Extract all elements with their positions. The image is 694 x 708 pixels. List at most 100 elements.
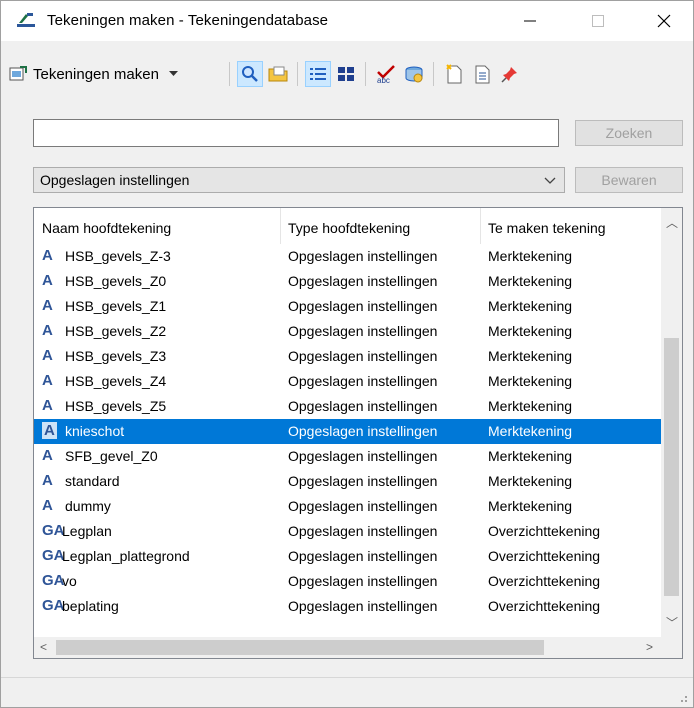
table-row[interactable]: Astandard Opgeslagen instellingen Merkteke… [34, 469, 661, 494]
status-bar [1, 677, 693, 708]
row-type: Opgeslagen instellingen [288, 423, 438, 439]
row-type: Opgeslagen instellingen [288, 573, 438, 589]
assembly-drawing-icon: A [42, 322, 53, 339]
table-row[interactable]: GA vo Opgeslagen instellingen Overzichtteke… [34, 569, 661, 594]
main-window: Tekeningen maken - Tekeningendatabase Te… [0, 0, 694, 708]
table-row[interactable]: A HSB_gevels_Z-3 Opgeslagen instellingen Me… [34, 244, 661, 269]
pin-button[interactable] [497, 61, 523, 87]
row-drawing: Merktekening [488, 298, 573, 314]
database-button[interactable] [401, 61, 427, 87]
new-drawing-icon [446, 64, 462, 84]
row-drawing: Merktekening [488, 248, 573, 264]
row-type: Opgeslagen instellingen [288, 323, 438, 339]
search-tool-button[interactable] [237, 61, 263, 87]
new-drawing-button[interactable] [441, 61, 467, 87]
tiles-view-icon [338, 67, 354, 81]
maximize-icon [592, 15, 604, 27]
list-header: Naam hoofdtekening Type hoofdtekening Te… [34, 208, 661, 248]
column-header-name[interactable]: Naam hoofdtekening [42, 220, 171, 236]
details-view-button[interactable] [305, 61, 331, 87]
row-name: vo [62, 573, 77, 589]
column-divider[interactable] [480, 208, 481, 244]
row-drawing: Overzichttekening [488, 523, 601, 539]
row-type: Opgeslagen instellingen [288, 473, 438, 489]
row-drawing: Merktekening [488, 323, 573, 339]
close-icon [657, 14, 671, 28]
save-button[interactable]: Bewaren [575, 167, 683, 193]
table-row[interactable]: A HSB_gevels_Z3 Opgeslagen instellingen Mer… [34, 344, 661, 369]
saved-settings-select[interactable]: Opgeslagen instellingen [33, 167, 565, 193]
assembly-drawing-icon: A [42, 272, 53, 289]
table-row[interactable]: A HSB_gevels_Z4 Opgeslagen instellingen Mer… [34, 369, 661, 394]
row-drawing: Merktekening [488, 398, 573, 414]
row-drawing: Overzichttekening [488, 598, 601, 614]
vertical-scroll-thumb[interactable] [664, 338, 679, 596]
row-drawing: Merktekening [488, 423, 573, 439]
assembly-drawing-icon: A [42, 347, 53, 364]
horizontal-scrollbar[interactable]: < > [34, 637, 661, 658]
row-type: Opgeslagen instellingen [288, 248, 438, 264]
row-type: Opgeslagen instellingen [288, 398, 438, 414]
title-bar[interactable]: Tekeningen maken - Tekeningendatabase [1, 1, 693, 41]
table-row[interactable]: GA Legplan Opgeslagen instellingen Overzich… [34, 519, 661, 544]
table-row[interactable]: A SFB_gevel_Z0 Opgeslagen instellingen Merk… [34, 444, 661, 469]
row-name: HSB_gevels_Z3 [65, 348, 167, 364]
column-header-drawing[interactable]: Te maken tekening [488, 220, 606, 236]
row-drawing: Merktekening [488, 273, 573, 289]
table-row[interactable]: GA Legplan_plattegrond Opgeslagen instelli… [34, 544, 661, 569]
pin-icon [501, 67, 517, 83]
properties-button[interactable] [469, 61, 495, 87]
folder-icon [268, 66, 288, 82]
row-type: Opgeslagen instellingen [288, 598, 438, 614]
scroll-up-icon[interactable]: ︿ [666, 214, 678, 231]
create-drawings-icon [9, 66, 27, 81]
toolbar-separator [433, 62, 434, 86]
saved-settings-value: Opgeslagen instellingen [40, 172, 190, 188]
vertical-scrollbar[interactable]: ︿ ﹀ [661, 208, 682, 638]
horizontal-scroll-thumb[interactable] [56, 640, 544, 655]
scroll-down-icon[interactable]: ﹀ [666, 614, 678, 631]
table-row[interactable]: A HSB_gevels_Z1 Opgeslagen instellingen Mer… [34, 294, 661, 319]
row-name: SFB_gevel_Z0 [65, 448, 158, 464]
column-divider[interactable] [280, 208, 281, 244]
row-drawing: Overzichttekening [488, 548, 601, 564]
table-row[interactable]: A HSB_gevels_Z0 Opgeslagen instellingen Mer… [34, 269, 661, 294]
column-header-type[interactable]: Type hoofdtekening [288, 220, 410, 236]
spellcheck-button[interactable]: abc [373, 61, 399, 87]
window-title: Tekeningen maken - Tekeningendatabase [47, 12, 329, 29]
table-row[interactable]: GA beplating Opgeslagen instellingen Overzi… [34, 594, 661, 619]
resize-grip-icon[interactable] [677, 692, 687, 702]
table-row[interactable]: A HSB_gevels_Z5 Opgeslagen instellingen Mer… [34, 394, 661, 419]
spellcheck-icon: abc [377, 65, 395, 84]
toolbar-separator [297, 62, 298, 86]
properties-icon [475, 65, 490, 84]
table-row[interactable]: Aknieschot Opgeslagen instellingen Merktek… [34, 419, 661, 444]
toolbar-separator [365, 62, 366, 86]
drawings-list[interactable]: Naam hoofdtekening Type hoofdtekening Te… [33, 207, 683, 659]
folder-button[interactable] [265, 61, 291, 87]
tiles-view-button[interactable] [333, 61, 359, 87]
row-type: Opgeslagen instellingen [288, 298, 438, 314]
toolbar: Tekeningen maken abc [1, 57, 693, 91]
search-input[interactable] [33, 119, 559, 147]
close-button[interactable] [641, 1, 687, 41]
maximize-button[interactable] [575, 1, 621, 41]
assembly-drawing-icon: A [42, 497, 53, 514]
search-button[interactable]: Zoeken [575, 120, 683, 146]
row-type: Opgeslagen instellingen [288, 448, 438, 464]
row-type: Opgeslagen instellingen [288, 548, 438, 564]
table-row[interactable]: Adummy Opgeslagen instellingen Merktekenin… [34, 494, 661, 519]
row-drawing: Overzichttekening [488, 573, 601, 589]
scroll-left-icon[interactable]: < [40, 640, 47, 654]
minimize-button[interactable] [507, 1, 553, 41]
row-type: Opgeslagen instellingen [288, 498, 438, 514]
row-type: Opgeslagen instellingen [288, 348, 438, 364]
scroll-right-icon[interactable]: > [646, 640, 653, 654]
svg-text:abc: abc [377, 76, 390, 84]
table-row[interactable]: A HSB_gevels_Z2 Opgeslagen instellingen Mer… [34, 319, 661, 344]
row-type: Opgeslagen instellingen [288, 273, 438, 289]
row-name: knieschot [65, 423, 125, 439]
assembly-drawing-icon: A [42, 297, 53, 314]
create-drawings-dropdown[interactable]: Tekeningen maken [9, 62, 178, 86]
toolbar-separator [229, 62, 230, 86]
